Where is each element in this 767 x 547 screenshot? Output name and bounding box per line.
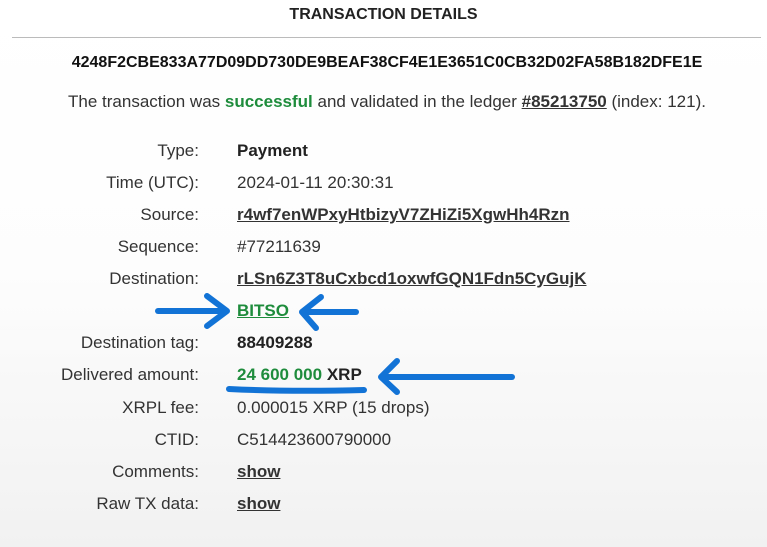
arrow-left-icon [378,358,515,395]
arrow-left-icon [299,294,359,331]
arrow-right-icon [155,293,230,329]
underline-mark [226,386,367,394]
annotation-overlay [155,293,515,395]
